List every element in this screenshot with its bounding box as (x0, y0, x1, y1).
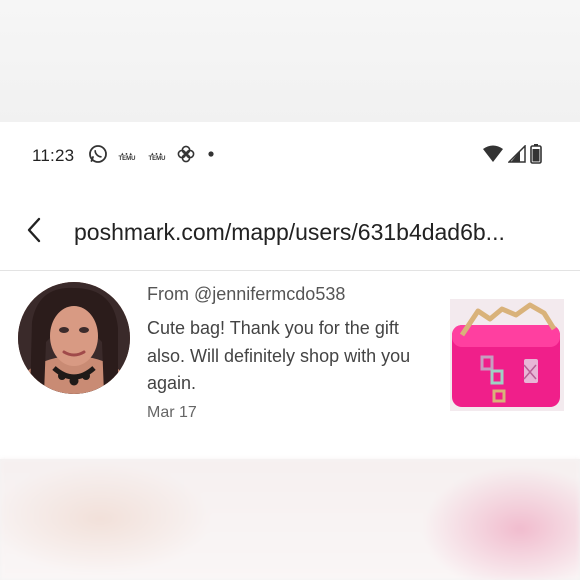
reviewer-avatar[interactable] (18, 282, 130, 394)
blurred-top-background (0, 0, 580, 122)
whatsapp-icon (88, 144, 108, 169)
avatar-photo (18, 282, 130, 394)
wifi-icon (482, 145, 504, 168)
pinwheel-icon (176, 144, 196, 169)
pink-bag-image (450, 299, 564, 411)
blurred-bottom-background (0, 459, 580, 580)
chevron-left-icon (26, 217, 42, 248)
temu-icon: ▲●▲ TEMU (148, 150, 166, 162)
review-comment: Cute bag! Thank you for the gift also. W… (147, 318, 411, 393)
status-time: 11:23 (32, 146, 75, 165)
page-url[interactable]: poshmark.com/mapp/users/631b4dad6b... (74, 218, 566, 246)
product-thumbnail[interactable] (450, 299, 564, 411)
back-button[interactable] (22, 217, 46, 248)
review-from[interactable]: From @jennifermcdo538 (147, 283, 345, 305)
notification-icons: ▲●▲ TEMU ▲●▲ TEMU (88, 144, 218, 169)
temu-icon: ▲●▲ TEMU (118, 150, 136, 162)
review-date: Mar 17 (147, 404, 197, 421)
system-status-icons (482, 143, 542, 169)
cell-signal-icon (507, 143, 526, 168)
battery-icon (530, 143, 542, 169)
dot-icon (204, 147, 218, 166)
